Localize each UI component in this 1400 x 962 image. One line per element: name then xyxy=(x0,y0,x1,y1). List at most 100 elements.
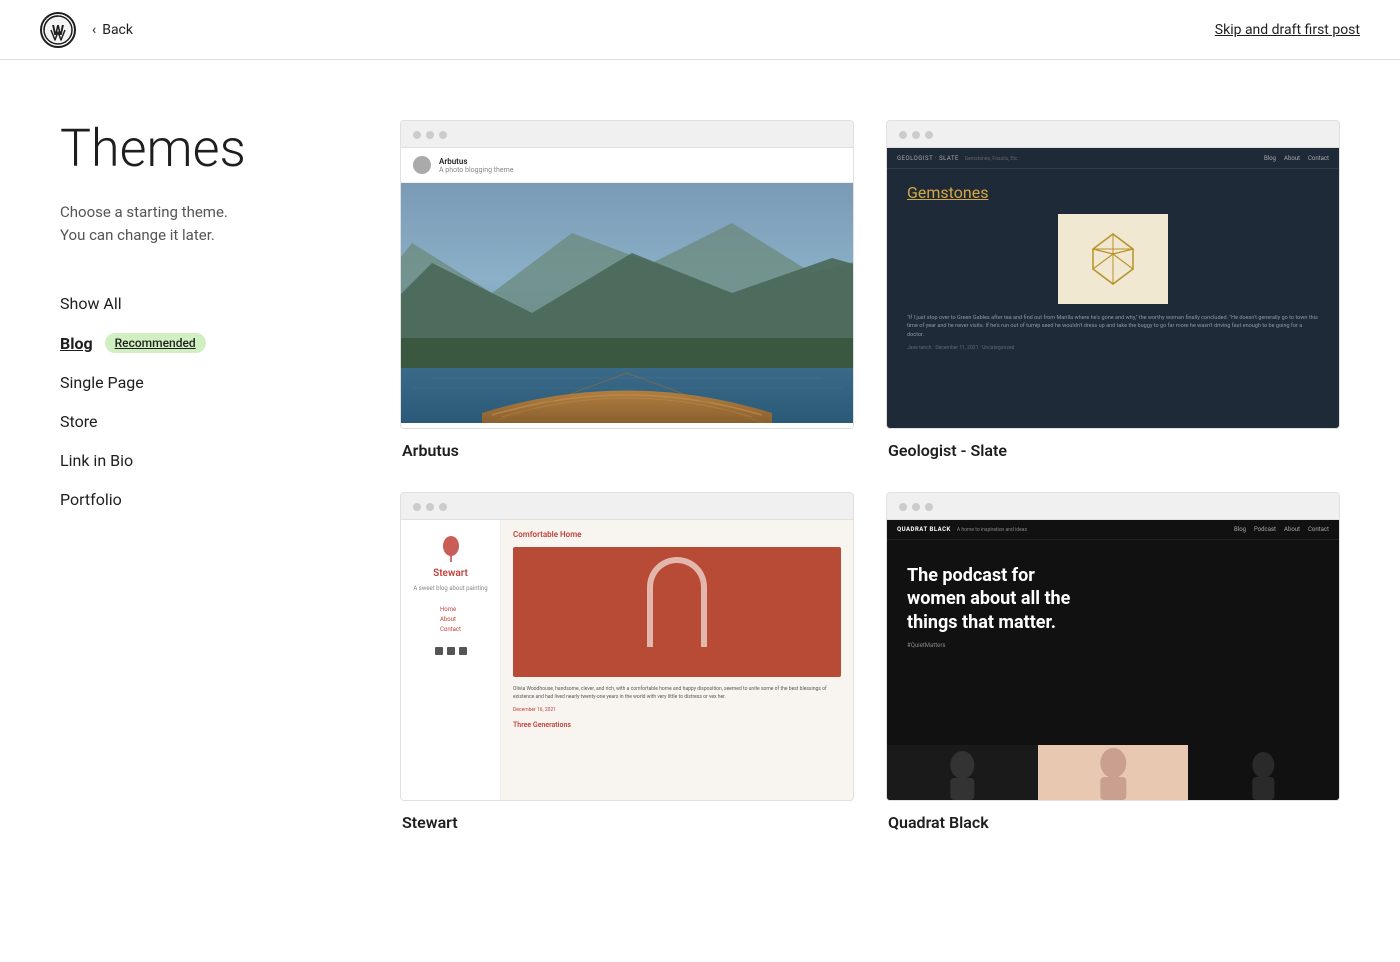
stewart-blog-name: Stewart xyxy=(433,568,468,579)
dot1 xyxy=(413,503,421,511)
link-in-bio-label: Link in Bio xyxy=(60,451,133,470)
silhouette-3 xyxy=(1188,745,1339,800)
geo-nav-contact: Contact xyxy=(1308,155,1329,162)
stewart-featured-image xyxy=(513,547,841,677)
sidebar-item-portfolio[interactable]: Portfolio xyxy=(60,482,340,517)
arbutus-screenshot: Arbutus A photo blogging theme xyxy=(401,148,853,428)
quadrat-nav: QUADRAT BLACK A home to inspiration and … xyxy=(887,520,1339,540)
wordpress-logo: W xyxy=(40,12,76,48)
arbutus-header: Arbutus A photo blogging theme xyxy=(401,148,853,183)
arbutus-name: Arbutus xyxy=(400,441,854,460)
silhouette-2 xyxy=(1038,745,1189,800)
strip-dark-2 xyxy=(1188,745,1339,800)
window-chrome xyxy=(401,121,853,148)
arbutus-blog-title: Arbutus xyxy=(439,157,513,166)
back-arrow-icon: ‹ xyxy=(92,22,96,38)
svg-text:W: W xyxy=(52,23,65,39)
quadrat-hero-heading: The podcast for women about all the thin… xyxy=(907,564,1087,634)
stewart-nav-contact: Contact xyxy=(440,626,461,633)
nav-left: W ‹ Back xyxy=(40,12,133,48)
category-nav: Show All Blog Recommended Single Page St… xyxy=(60,286,340,517)
page-title: Themes xyxy=(60,120,340,177)
quadrat-hashtag: #QuietMatters xyxy=(907,642,1319,649)
dot1 xyxy=(413,131,421,139)
sidebar-item-link-in-bio[interactable]: Link in Bio xyxy=(60,443,340,478)
geologist-logo-text: GEOLOGIST · SLATE xyxy=(897,155,959,162)
stewart-date: December 16, 2021 xyxy=(513,707,841,713)
theme-card-geologist[interactable]: GEOLOGIST · SLATE Gemstones, Fossils, Et… xyxy=(886,120,1340,460)
quadrat-logo: QUADRAT BLACK A home to inspiration and … xyxy=(897,526,1027,533)
arbutus-preview: Arbutus A photo blogging theme xyxy=(400,120,854,429)
instagram-icon xyxy=(459,647,467,655)
stewart-next-post-title: Three Generations xyxy=(513,721,841,729)
sidebar-item-single-page[interactable]: Single Page xyxy=(60,365,340,400)
quadrat-name: Quadrat Black xyxy=(886,813,1340,832)
sidebar-item-blog[interactable]: Blog Recommended xyxy=(60,325,340,361)
geologist-heading: Gemstones xyxy=(907,183,1319,202)
mountain-svg xyxy=(401,183,853,423)
quad-nav-contact: Contact xyxy=(1308,526,1329,533)
main-layout: Themes Choose a starting theme. You can … xyxy=(0,60,1400,892)
quad-nav-podcast: Podcast xyxy=(1254,526,1276,533)
dot2 xyxy=(912,503,920,511)
facebook-icon xyxy=(447,647,455,655)
single-page-label: Single Page xyxy=(60,373,144,392)
sidebar: Themes Choose a starting theme. You can … xyxy=(60,120,340,832)
sidebar-description: Choose a starting theme. You can change … xyxy=(60,201,340,246)
arbutus-avatar xyxy=(413,156,431,174)
geologist-meta: Jane tench · December 11, 2021 · Uncateg… xyxy=(907,345,1319,351)
arch-decoration xyxy=(647,557,707,647)
desc-line2: You can change it later. xyxy=(60,226,215,244)
back-button[interactable]: ‹ Back xyxy=(92,22,133,38)
stewart-preview-wrapper: Stewart A sweet blog about painting Home… xyxy=(400,492,854,801)
dot2 xyxy=(912,131,920,139)
strip-light xyxy=(1038,745,1189,800)
quadrat-hero: The podcast for women about all the thin… xyxy=(887,540,1339,673)
geologist-body-text: "If I just stop over to Green Gables aft… xyxy=(907,314,1319,339)
recommended-badge: Recommended xyxy=(105,333,206,353)
desc-line1: Choose a starting theme. xyxy=(60,203,228,221)
geologist-logo: GEOLOGIST · SLATE Gemstones, Fossils, Et… xyxy=(897,154,1017,162)
skip-link[interactable]: Skip and draft first post xyxy=(1215,22,1360,38)
dot2 xyxy=(426,131,434,139)
store-label: Store xyxy=(60,412,97,431)
stewart-brand-icon xyxy=(440,534,462,562)
themes-grid: Arbutus A photo blogging theme xyxy=(400,120,1340,832)
portfolio-label: Portfolio xyxy=(60,490,122,509)
dot3 xyxy=(439,503,447,511)
stewart-nav-about: About xyxy=(440,616,461,623)
geologist-gem-container xyxy=(1058,214,1168,304)
top-navigation: W ‹ Back Skip and draft first post xyxy=(0,0,1400,60)
strip-dark-1 xyxy=(887,745,1038,800)
dot3 xyxy=(925,131,933,139)
stewart-nav: Home About Contact xyxy=(440,606,461,633)
geologist-nav: GEOLOGIST · SLATE Gemstones, Fossils, Et… xyxy=(887,148,1339,169)
dot1 xyxy=(899,503,907,511)
arbutus-hero-image xyxy=(401,183,853,423)
geologist-nav-tagline: Gemstones, Fossils, Etc xyxy=(965,156,1018,162)
quad-nav-about: About xyxy=(1284,526,1300,533)
theme-card-stewart[interactable]: Stewart A sweet blog about painting Home… xyxy=(400,492,854,832)
stewart-main: Comfortable Home Olivia Woodhouse, hands… xyxy=(501,520,853,800)
stewart-tagline: A sweet blog about painting xyxy=(413,585,487,592)
stewart-name: Stewart xyxy=(400,813,854,832)
geo-nav-blog: Blog xyxy=(1264,155,1276,162)
stewart-social-links xyxy=(435,647,467,655)
quadrat-preview-wrapper: QUADRAT BLACK A home to inspiration and … xyxy=(886,492,1340,801)
sidebar-item-store[interactable]: Store xyxy=(60,404,340,439)
sidebar-item-show-all[interactable]: Show All xyxy=(60,286,340,321)
stewart-post-title: Comfortable Home xyxy=(513,530,841,539)
quad-nav-blog: Blog xyxy=(1234,526,1246,533)
theme-card-arbutus[interactable]: Arbutus A photo blogging theme xyxy=(400,120,854,460)
dot3 xyxy=(439,131,447,139)
dot3 xyxy=(925,503,933,511)
gemstone-icon xyxy=(1083,229,1143,289)
stewart-screenshot: Stewart A sweet blog about painting Home… xyxy=(401,520,853,800)
twitter-icon xyxy=(435,647,443,655)
geologist-content: Gemstones xyxy=(887,169,1339,365)
theme-card-quadrat[interactable]: QUADRAT BLACK A home to inspiration and … xyxy=(886,492,1340,832)
quadrat-logo-text: QUADRAT BLACK xyxy=(897,526,951,533)
window-chrome xyxy=(887,493,1339,520)
stewart-sidebar: Stewart A sweet blog about painting Home… xyxy=(401,520,501,800)
quadrat-nav-links: Blog Podcast About Contact xyxy=(1234,526,1329,533)
